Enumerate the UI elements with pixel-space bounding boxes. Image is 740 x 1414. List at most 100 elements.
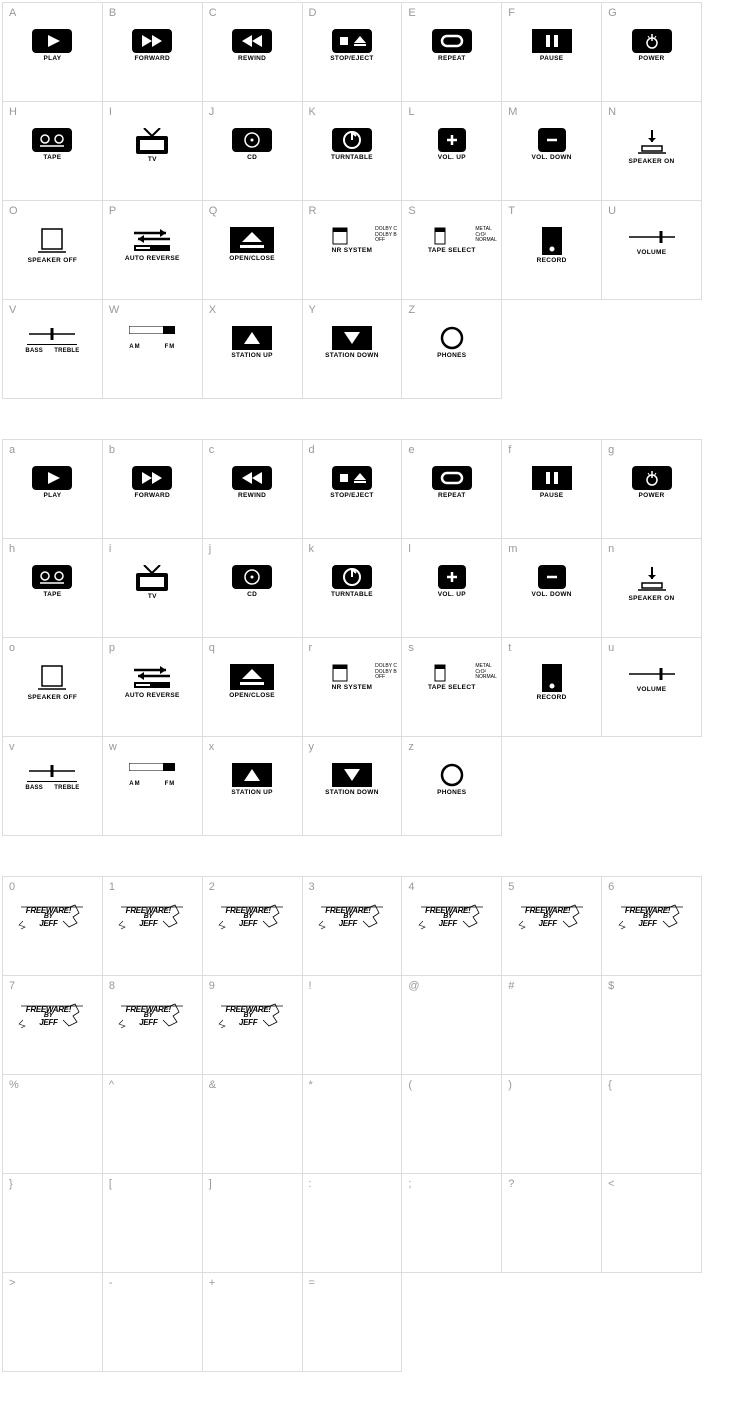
glyph-wrapper: FREEWARE! BY JEFF bbox=[607, 903, 697, 931]
charmap-cell: LVOL. UP bbox=[402, 102, 502, 201]
glyph-label: VOL. DOWN bbox=[507, 591, 597, 598]
cell-key-label: i bbox=[109, 543, 111, 555]
cell-key-label: V bbox=[9, 304, 16, 316]
charmap-cell: OSPEAKER OFF bbox=[3, 201, 103, 300]
glyph-wrapper: FREEWARE! BY JEFF bbox=[207, 903, 297, 931]
cell-key-label: = bbox=[309, 1277, 315, 1289]
auto-reverse-icon bbox=[128, 227, 176, 253]
cd-icon bbox=[232, 565, 272, 589]
glyph-wrapper: TAPE bbox=[7, 128, 97, 161]
charmap-cell: + bbox=[202, 1273, 302, 1372]
cell-key-label: # bbox=[508, 980, 514, 992]
cell-key-label: 9 bbox=[209, 980, 215, 992]
charmap-cell: @ bbox=[402, 976, 502, 1075]
glyph-wrapper: STOP/EJECT bbox=[307, 29, 397, 62]
glyph-wrapper: STATION UP bbox=[207, 326, 297, 359]
volume-down-icon bbox=[538, 128, 566, 152]
open-close-icon bbox=[230, 664, 274, 690]
glyph-label: VOL. UP bbox=[407, 591, 497, 598]
glyph-label: TURNTABLE bbox=[307, 591, 397, 598]
glyph-label: NR SYSTEM bbox=[307, 684, 397, 691]
glyph-label: SPEAKER ON bbox=[607, 158, 697, 165]
glyph-label: SPEAKER OFF bbox=[7, 694, 97, 701]
glyph-wrapper: POWER bbox=[607, 29, 697, 62]
glyph-label: PAUSE bbox=[507, 492, 597, 499]
glyph-wrapper: REPEAT bbox=[407, 466, 497, 499]
charmap-cell: ! bbox=[302, 976, 402, 1075]
glyph-wrapper: VOL. DOWN bbox=[507, 565, 597, 598]
charmap-cell: uVOLUME bbox=[602, 638, 702, 737]
tape-select-icon: METALCrO²NORMAL bbox=[407, 227, 497, 245]
glyph-label: PLAY bbox=[7, 492, 97, 499]
nr-system-lines: DOLBY CDOLBY BOFF bbox=[375, 664, 397, 681]
cell-key-label: k bbox=[309, 543, 315, 555]
glyph-wrapper: DOLBY CDOLBY BOFF NR SYSTEM bbox=[307, 227, 397, 254]
glyph-label: VOLUME bbox=[607, 249, 697, 256]
glyph-wrapper: FREEWARE! BY JEFF bbox=[107, 903, 197, 931]
cell-key-label: : bbox=[309, 1178, 312, 1190]
tape-select-lines: METALCrO²NORMAL bbox=[475, 664, 496, 681]
glyph-label: POWER bbox=[607, 492, 697, 499]
charmap-cell: HTAPE bbox=[3, 102, 103, 201]
charmap-cell: cREWIND bbox=[202, 440, 302, 539]
cd-icon bbox=[232, 128, 272, 152]
am-fm-icon: AMFM bbox=[107, 326, 197, 350]
glyph-label: STATION UP bbox=[207, 352, 297, 359]
phones-icon bbox=[440, 326, 464, 350]
charmap-cell: MVOL. DOWN bbox=[502, 102, 602, 201]
cell-key-label: C bbox=[209, 7, 217, 19]
glyph-wrapper: OPEN/CLOSE bbox=[207, 664, 297, 699]
cell-key-label: W bbox=[109, 304, 119, 316]
cell-key-label: ) bbox=[508, 1079, 512, 1091]
cell-key-label: 0 bbox=[9, 881, 15, 893]
cell-key-label: ! bbox=[309, 980, 312, 992]
cell-key-label: < bbox=[608, 1178, 614, 1190]
charmap-cell: jCD bbox=[202, 539, 302, 638]
glyph-wrapper: VOL. UP bbox=[407, 565, 497, 598]
glyph-label: TAPE bbox=[7, 154, 97, 161]
cell-key-label: a bbox=[9, 444, 15, 456]
cell-key-label: A bbox=[9, 7, 16, 19]
charmap-cell: 6 FREEWARE! BY JEFF bbox=[602, 877, 702, 976]
charmap-cell: 0 FREEWARE! BY JEFF bbox=[3, 877, 103, 976]
glyph-label: STOP/EJECT bbox=[307, 492, 397, 499]
cell-key-label: v bbox=[9, 741, 15, 753]
glyph-wrapper: AUTO REVERSE bbox=[107, 227, 197, 262]
glyph-wrapper: RECORD bbox=[507, 227, 597, 264]
cell-key-label: X bbox=[209, 304, 216, 316]
glyph-wrapper: PAUSE bbox=[507, 466, 597, 499]
bass-treble-icon: BASSTREBLE bbox=[7, 763, 97, 791]
cell-key-label: y bbox=[309, 741, 315, 753]
charmap-cell: ZPHONES bbox=[402, 300, 502, 399]
glyph-wrapper: REWIND bbox=[207, 466, 297, 499]
glyph-label: OPEN/CLOSE bbox=[207, 692, 297, 699]
glyph-wrapper: AMFM bbox=[107, 326, 197, 350]
station-down-icon bbox=[332, 326, 372, 350]
cell-key-label: r bbox=[309, 642, 313, 654]
treble-label: TREBLE bbox=[54, 785, 79, 791]
play-icon bbox=[32, 466, 72, 490]
charmap-cell: EREPEAT bbox=[402, 3, 502, 102]
cell-key-label: O bbox=[9, 205, 18, 217]
glyph-label: STATION DOWN bbox=[307, 352, 397, 359]
glyph-label: NR SYSTEM bbox=[307, 247, 397, 254]
volume-down-icon bbox=[538, 565, 566, 589]
bass-label: BASS bbox=[25, 348, 42, 354]
cell-key-label: z bbox=[408, 741, 414, 753]
cell-key-label: K bbox=[309, 106, 316, 118]
glyph-label: OPEN/CLOSE bbox=[207, 255, 297, 262]
character-map-root: APLAYBFORWARDCREWINDDSTOP/EJECTEREPEATFP… bbox=[2, 2, 738, 1372]
charmap-cell: KTURNTABLE bbox=[302, 102, 402, 201]
open-close-icon bbox=[230, 227, 274, 253]
cell-key-label: I bbox=[109, 106, 112, 118]
charmap-cell: > bbox=[3, 1273, 103, 1372]
cell-key-label: 4 bbox=[408, 881, 414, 893]
cell-key-label: % bbox=[9, 1079, 19, 1091]
glyph-wrapper: PHONES bbox=[407, 763, 497, 796]
glyph-label: REWIND bbox=[207, 55, 297, 62]
stop-eject-icon bbox=[332, 29, 372, 53]
charmap-cell: 1 FREEWARE! BY JEFF bbox=[102, 877, 202, 976]
cell-key-label: s bbox=[408, 642, 414, 654]
glyph-label: VOL. UP bbox=[407, 154, 497, 161]
charmap-cell: } bbox=[3, 1174, 103, 1273]
